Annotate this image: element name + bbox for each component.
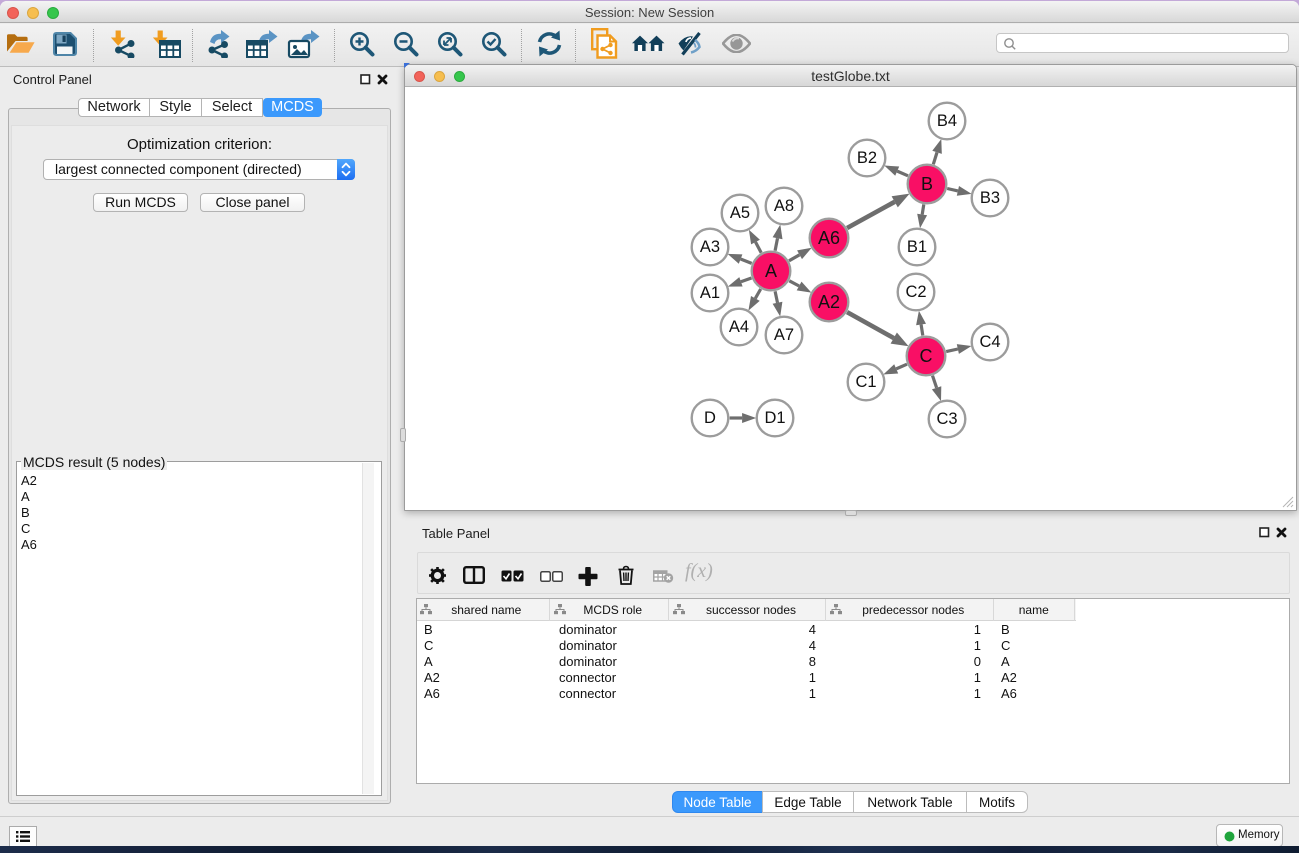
svg-text:C4: C4 <box>979 333 1000 351</box>
svg-text:C3: C3 <box>936 410 957 428</box>
svg-text:A2: A2 <box>818 292 840 312</box>
svg-text:A8: A8 <box>774 197 794 215</box>
svg-text:A4: A4 <box>729 318 749 336</box>
svg-text:C2: C2 <box>905 283 926 301</box>
svg-text:C: C <box>920 346 933 366</box>
svg-text:A5: A5 <box>730 204 750 222</box>
svg-text:A1: A1 <box>700 284 720 302</box>
svg-text:B1: B1 <box>907 238 927 256</box>
svg-text:D1: D1 <box>764 409 785 427</box>
svg-text:A: A <box>765 261 777 281</box>
svg-text:C1: C1 <box>855 373 876 391</box>
svg-text:A6: A6 <box>818 228 840 248</box>
svg-text:B3: B3 <box>980 189 1000 207</box>
svg-text:B2: B2 <box>857 149 877 167</box>
svg-text:A3: A3 <box>700 238 720 256</box>
svg-text:A7: A7 <box>774 326 794 344</box>
svg-text:D: D <box>704 409 716 427</box>
svg-text:B4: B4 <box>937 112 957 130</box>
svg-text:B: B <box>921 174 933 194</box>
